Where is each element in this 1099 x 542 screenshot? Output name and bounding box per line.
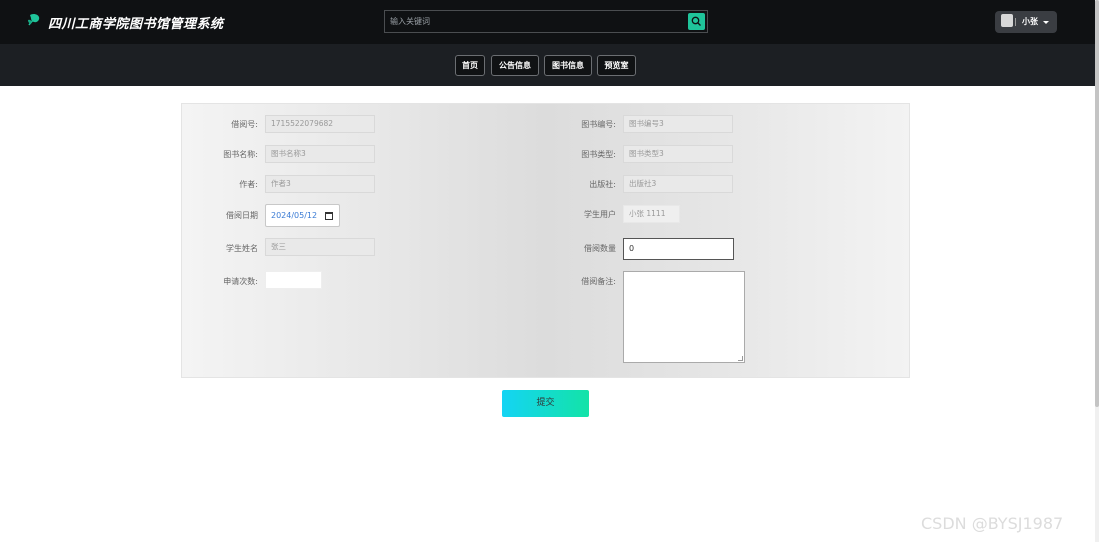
borrow-qty-label: 借阅数量 — [584, 244, 616, 253]
search-button[interactable] — [688, 13, 705, 30]
search-icon — [691, 16, 701, 26]
borrow-date-label: 借阅日期 — [226, 211, 258, 220]
book-type-label: 图书类型: — [581, 150, 616, 159]
site-title: 四川工商学院图书馆管理系统 — [48, 17, 224, 32]
borrow-qty-field[interactable]: 0 — [623, 238, 734, 260]
author-label: 作者: — [239, 180, 258, 189]
book-type-field[interactable]: 图书类型3 — [623, 145, 733, 163]
watermark: CSDN @BYSJ1987 — [921, 514, 1064, 533]
nav-item-home[interactable]: 首页 — [455, 55, 485, 76]
apply-count-field[interactable] — [265, 271, 322, 289]
borrow-no-field[interactable]: 1715522079682 — [265, 115, 375, 133]
user-menu-dropdown[interactable]: 小张 — [995, 11, 1057, 33]
resize-handle-icon[interactable] — [738, 356, 743, 361]
student-user-label: 学生用户 — [584, 210, 616, 219]
nav-item-notices[interactable]: 公告信息 — [491, 55, 539, 76]
user-name: 小张 — [1022, 17, 1038, 26]
publisher-label: 出版社: — [589, 180, 616, 189]
student-user-field[interactable]: 小张 1111 — [623, 205, 680, 223]
leaf-logo-icon — [28, 13, 40, 26]
page-scrollbar[interactable] — [1095, 0, 1099, 542]
publisher-field[interactable]: 出版社3 — [623, 175, 733, 193]
borrow-note-textarea[interactable] — [623, 271, 745, 363]
apply-count-label: 申请次数: — [223, 277, 258, 286]
caret-down-icon — [1043, 21, 1049, 24]
author-field[interactable]: 作者3 — [265, 175, 375, 193]
borrow-date-picker[interactable]: 2024/05/12 — [265, 204, 340, 227]
nav-item-books[interactable]: 图书信息 — [544, 55, 592, 76]
search-input[interactable] — [385, 11, 685, 32]
avatar-divider — [1015, 18, 1016, 26]
student-name-label: 学生姓名 — [226, 244, 258, 253]
book-no-label: 图书编号: — [581, 120, 616, 129]
borrow-note-label: 借阅备注: — [581, 277, 616, 286]
book-name-field[interactable]: 图书名称3 — [265, 145, 375, 163]
scrollbar-thumb[interactable] — [1095, 0, 1099, 407]
avatar — [1001, 14, 1013, 27]
calendar-icon[interactable] — [325, 212, 333, 220]
student-name-field[interactable]: 张三 — [265, 238, 375, 256]
book-name-label: 图书名称: — [223, 150, 258, 159]
top-header: 四川工商学院图书馆管理系统 小张 — [0, 0, 1095, 44]
search-box — [384, 10, 708, 33]
main-nav: 首页 公告信息 图书信息 预览室 — [0, 44, 1095, 86]
borrow-date-value: 2024/05/12 — [271, 211, 318, 220]
book-no-field[interactable]: 图书编号3 — [623, 115, 733, 133]
submit-button[interactable]: 提交 — [502, 390, 589, 417]
borrow-no-label: 借阅号: — [231, 120, 258, 129]
nav-item-reading-room[interactable]: 预览室 — [597, 55, 636, 76]
